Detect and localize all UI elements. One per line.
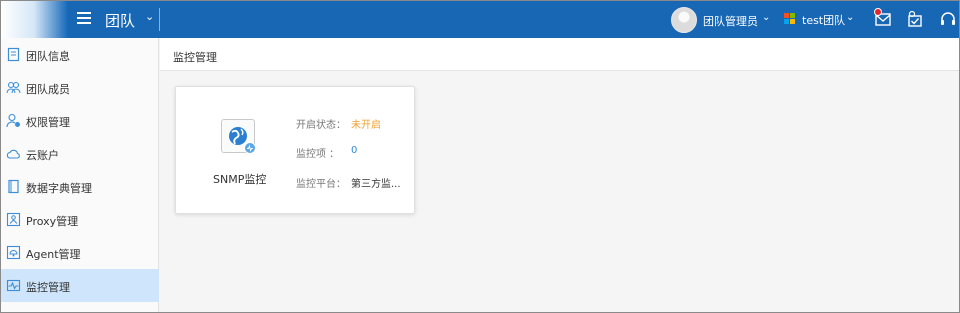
status-value: 未开启 <box>351 120 381 131</box>
sidebar-item-label: Agent管理 <box>26 248 81 261</box>
sidebar-item-label: 团队信息 <box>26 50 70 63</box>
sidebar-item-team-info[interactable]: 团队信息 <box>1 38 159 71</box>
breadcrumb: 监控管理 <box>160 38 959 71</box>
platform-value: 第三方监... <box>351 179 401 190</box>
sidebar-item-data-dictionary[interactable]: 数据字典管理 <box>1 170 159 203</box>
sidebar-item-cloud-account[interactable]: 云账户 <box>1 137 159 170</box>
avatar[interactable] <box>671 7 697 33</box>
sidebar-item-label: 权限管理 <box>26 116 70 129</box>
sidebar-item-proxy[interactable]: Proxy管理 <box>1 203 159 236</box>
team-title[interactable]: 团队 <box>105 10 135 31</box>
logo <box>1 1 67 38</box>
document-icon <box>7 47 20 62</box>
app-window: 团队 ⌄ 团队管理员 ⌄ test团队 ⌄ 团队信息 团队成员 权限管理 云账户… <box>0 0 960 313</box>
user-chevron-down-icon[interactable]: ⌄ <box>762 12 770 23</box>
sidebar-item-label: 团队成员 <box>26 83 70 96</box>
globe-icon <box>229 127 256 154</box>
status-row: 开启状态： 未开启 <box>296 116 381 131</box>
user-key-icon <box>6 113 20 128</box>
users-icon <box>6 81 21 94</box>
proxy-icon <box>6 212 21 227</box>
platform-row: 监控平台： 第三方监... <box>296 175 401 190</box>
cloud-icon <box>6 149 20 159</box>
monitor-icon <box>6 279 21 292</box>
sidebar-item-team-members[interactable]: 团队成员 <box>1 71 159 104</box>
card-title: SNMP监控 <box>213 173 267 186</box>
sidebar-item-agent[interactable]: Agent管理 <box>1 236 159 269</box>
sidebar: 团队信息 团队成员 权限管理 云账户 数据字典管理 Proxy管理 Agent管… <box>1 38 159 312</box>
microsoft-icon <box>784 13 796 25</box>
sidebar-item-label: Proxy管理 <box>26 215 79 228</box>
task-check-icon[interactable] <box>906 10 924 28</box>
monitor-items-row: 监控项 ： 0 <box>296 145 357 160</box>
status-label: 开启状态： <box>296 120 346 131</box>
sidebar-item-label: 监控管理 <box>26 281 70 294</box>
book-icon <box>8 179 19 194</box>
chevron-down-icon[interactable]: ⌄ <box>145 10 154 23</box>
sidebar-item-label: 数据字典管理 <box>26 182 92 195</box>
menu-icon[interactable] <box>77 12 91 26</box>
sidebar-item-label: 云账户 <box>26 149 59 162</box>
card-icon <box>221 119 256 154</box>
monitor-items-value[interactable]: 0 <box>351 145 357 156</box>
user-name[interactable]: 团队管理员 <box>703 13 758 29</box>
page-title: 监控管理 <box>173 51 217 64</box>
divider <box>159 8 160 31</box>
headset-icon[interactable] <box>939 10 957 28</box>
sidebar-item-permissions[interactable]: 权限管理 <box>1 104 159 137</box>
top-bar: 团队 ⌄ 团队管理员 ⌄ test团队 ⌄ <box>1 1 959 38</box>
org-name[interactable]: test团队 <box>802 12 845 28</box>
agent-icon <box>6 245 21 260</box>
monitor-items-label: 监控项 ： <box>296 149 340 160</box>
platform-label: 监控平台： <box>296 179 346 190</box>
org-chevron-down-icon[interactable]: ⌄ <box>846 12 854 23</box>
sidebar-item-monitoring[interactable]: 监控管理 <box>1 269 159 302</box>
snmp-monitor-card[interactable]: SNMP监控 开启状态： 未开启 监控项 ： 0 监控平台： 第三方监... <box>175 86 415 214</box>
notification-badge <box>874 8 882 16</box>
